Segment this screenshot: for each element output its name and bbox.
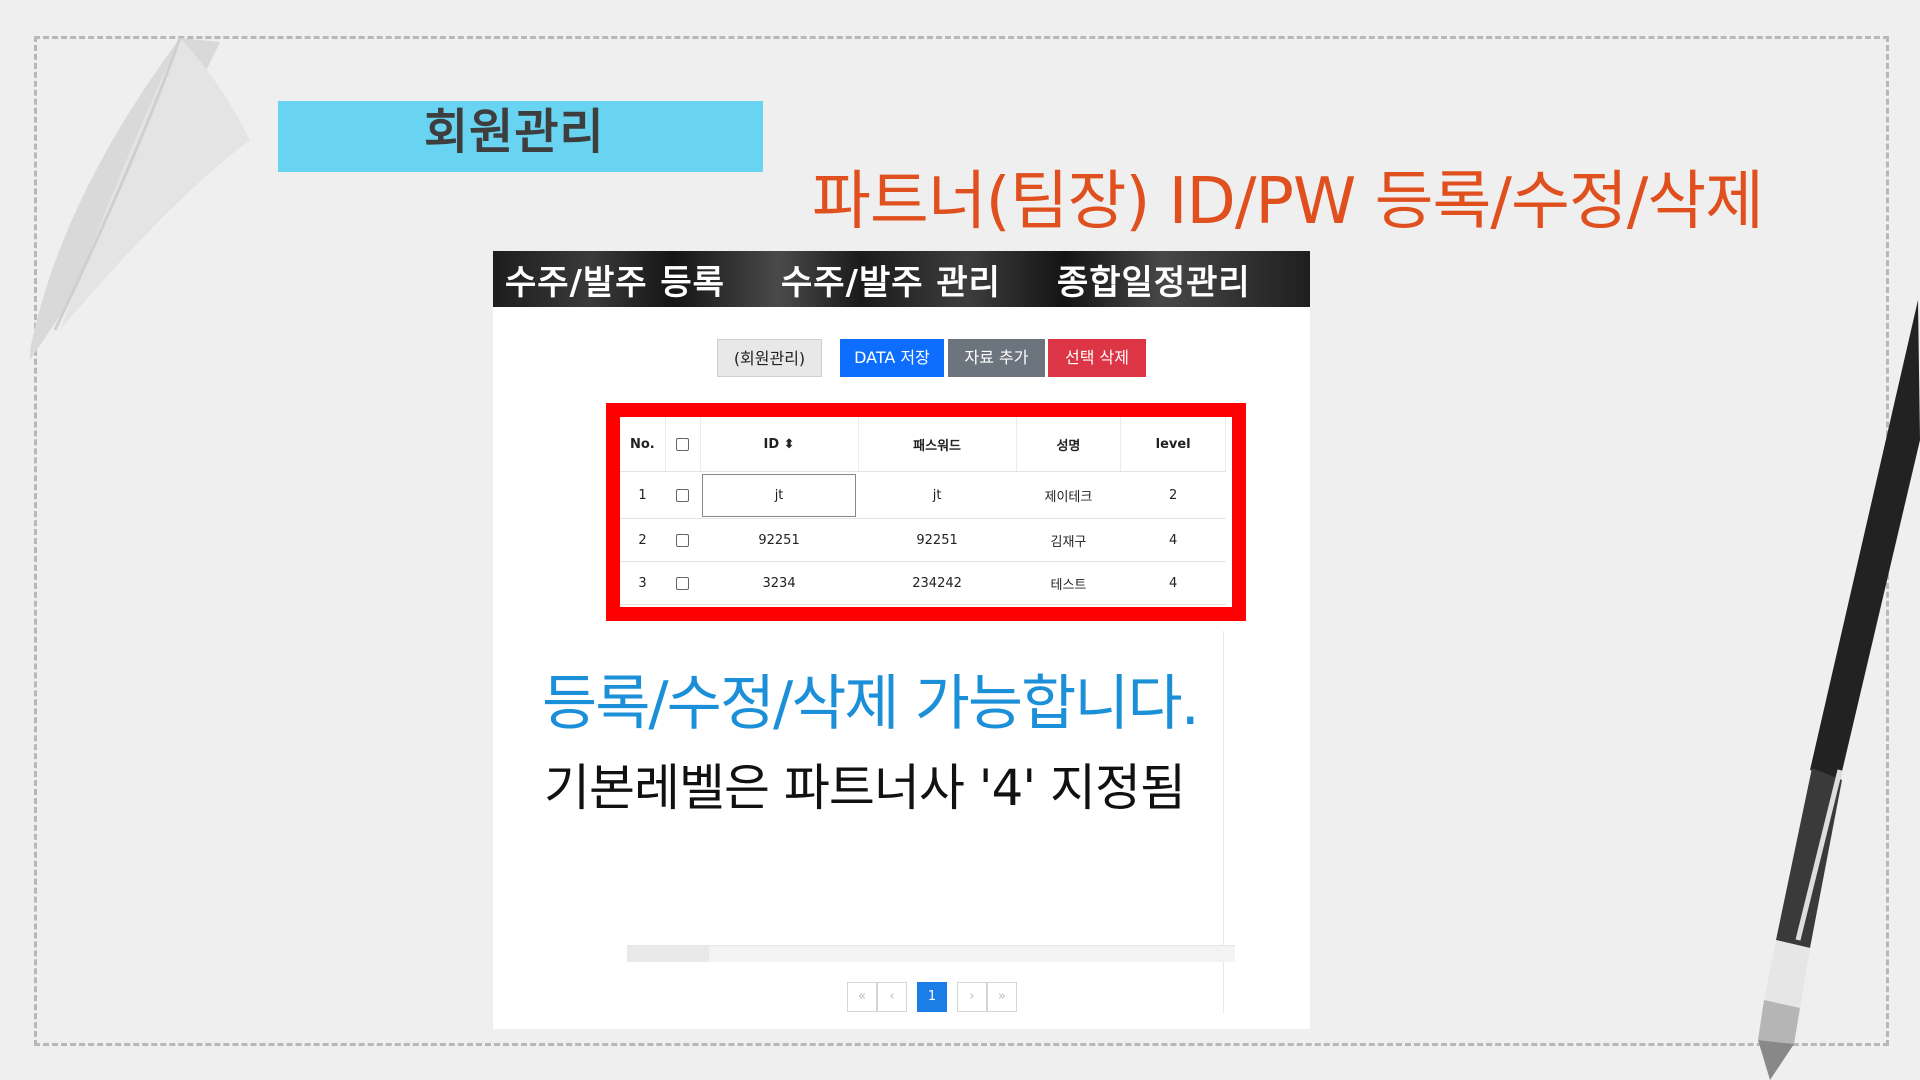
cell-level[interactable]: 4: [1120, 561, 1226, 605]
cell-no: 2: [620, 518, 666, 562]
horizontal-scroll-thumb[interactable]: [627, 946, 709, 962]
top-navbar: 수주/발주 등록 수주/발주 관리 종합일정관리: [493, 251, 1310, 307]
cell-level[interactable]: 2: [1120, 471, 1226, 519]
delete-selected-button[interactable]: 선택 삭제: [1048, 339, 1146, 377]
header-no: No.: [620, 417, 666, 472]
cell-password[interactable]: 92251: [858, 518, 1017, 562]
table-row[interactable]: 3 3234 234242 테스트 4: [620, 561, 1226, 605]
cell-id[interactable]: 92251: [700, 518, 859, 562]
cell-password[interactable]: jt: [858, 471, 1017, 519]
action-toolbar: (회원관리) DATA 저장 자료 추가 선택 삭제: [493, 339, 1310, 379]
cell-name[interactable]: 제이테크: [1016, 471, 1121, 519]
header-select-all[interactable]: [665, 417, 701, 472]
add-record-button[interactable]: 자료 추가: [948, 339, 1045, 377]
caption-main: 등록/수정/삭제 가능합니다.: [542, 669, 1200, 739]
slide-headline: 파트너(팀장) ID/PW 등록/수정/삭제: [812, 165, 1764, 239]
next-page-button[interactable]: ›: [957, 982, 987, 1012]
red-highlight-box: No. ID ⬍ 패스워드 성명 level 1 jt jt 제이테크 2 2 …: [606, 403, 1246, 621]
header-password: 패스워드: [858, 417, 1017, 472]
member-table: No. ID ⬍ 패스워드 성명 level 1 jt jt 제이테크 2 2 …: [620, 417, 1226, 605]
row-checkbox[interactable]: [676, 533, 690, 547]
data-save-button[interactable]: DATA 저장: [840, 339, 944, 377]
section-tag-label: 회원관리: [424, 104, 605, 160]
prev-page-button[interactable]: ‹: [877, 982, 907, 1012]
row-checkbox[interactable]: [676, 488, 690, 502]
cell-no: 1: [620, 471, 666, 519]
cell-id[interactable]: jt: [700, 471, 859, 519]
page-button-current[interactable]: 1: [917, 982, 947, 1012]
nav-item-schedule[interactable]: 종합일정관리: [1057, 255, 1251, 304]
cell-password[interactable]: 234242: [858, 561, 1017, 605]
horizontal-scrollbar[interactable]: [627, 945, 1235, 962]
header-level: level: [1120, 417, 1226, 472]
cell-name[interactable]: 테스트: [1016, 561, 1121, 605]
first-page-button[interactable]: «: [847, 982, 877, 1012]
cell-select[interactable]: [665, 518, 701, 562]
nav-item-order-manage[interactable]: 수주/발주 관리: [781, 255, 1001, 304]
table-row[interactable]: 1 jt jt 제이테크 2: [620, 471, 1226, 519]
table-header-row: No. ID ⬍ 패스워드 성명 level: [620, 417, 1226, 472]
cell-no: 3: [620, 561, 666, 605]
cell-id[interactable]: 3234: [700, 561, 859, 605]
cell-name[interactable]: 김재구: [1016, 518, 1121, 562]
cell-select[interactable]: [665, 561, 701, 605]
cell-level[interactable]: 4: [1120, 518, 1226, 562]
app-screenshot-panel: 수주/발주 등록 수주/발주 관리 종합일정관리 (회원관리) DATA 저장 …: [493, 251, 1310, 1029]
select-all-checkbox[interactable]: [676, 437, 690, 451]
cell-select[interactable]: [665, 471, 701, 519]
last-page-button[interactable]: »: [987, 982, 1017, 1012]
member-management-button[interactable]: (회원관리): [717, 339, 822, 377]
header-name: 성명: [1016, 417, 1122, 472]
nav-item-order-register[interactable]: 수주/발주 등록: [505, 255, 725, 304]
header-id[interactable]: ID ⬍: [700, 417, 859, 472]
table-row[interactable]: 2 92251 92251 김재구 4: [620, 518, 1226, 562]
row-checkbox[interactable]: [676, 576, 690, 590]
pen-graphic: [1758, 300, 1920, 1080]
page-curl-graphic: [30, 37, 250, 360]
caption-sub: 기본레벨은 파트너사 '4' 지정됨: [544, 759, 1186, 817]
